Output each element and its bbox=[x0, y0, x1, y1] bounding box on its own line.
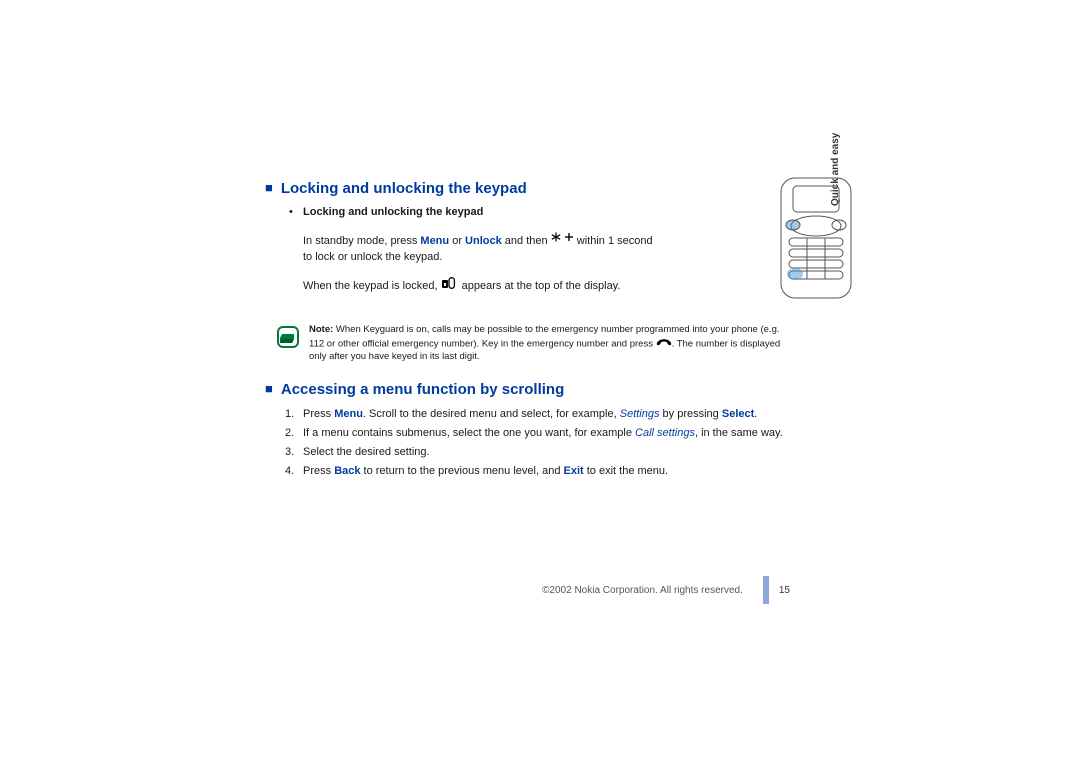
select-link: Select bbox=[722, 408, 754, 420]
settings-ref: Settings bbox=[620, 408, 660, 420]
note-label: Note: bbox=[309, 324, 333, 335]
copyright-text: ©2002 Nokia Corporation. All rights rese… bbox=[542, 585, 743, 596]
document-page: Quick and easy ■Locking and unlocking th… bbox=[0, 0, 1080, 763]
page-number: 15 bbox=[779, 585, 790, 596]
heading-accessing: ■ Accessing a menu function by scrolling bbox=[265, 381, 785, 398]
lock-icon bbox=[441, 276, 459, 292]
list-item: 2. If a menu contains submenus, select t… bbox=[285, 425, 785, 441]
asterisk-key-icon bbox=[551, 231, 561, 247]
list-item: 4. Press Back to return to the previous … bbox=[285, 463, 785, 479]
subheading-locking: Locking and unlocking the keypad bbox=[303, 205, 483, 220]
unlock-link: Unlock bbox=[465, 235, 502, 247]
page-content: ■ Locking and unlocking the keypad • Lock… bbox=[265, 180, 785, 482]
list-item: 3. Select the desired setting. bbox=[285, 444, 785, 460]
para-lock-instructions: In standby mode, press Menu or Unlock an… bbox=[303, 231, 655, 265]
heading-accessing-text: Accessing a menu function by scrolling bbox=[281, 381, 564, 398]
back-link: Back bbox=[334, 465, 360, 477]
heading-square-icon: ■ bbox=[265, 381, 273, 396]
call-key-icon bbox=[656, 337, 672, 350]
phone-illustration bbox=[777, 176, 855, 300]
menu-link: Menu bbox=[420, 235, 449, 247]
para-lock-icon-info: When the keypad is locked, appears at th… bbox=[303, 276, 655, 294]
heading-square-icon: ■ bbox=[265, 180, 273, 195]
menu-link: Menu bbox=[334, 408, 363, 420]
note-block: Note: When Keyguard is on, calls may be … bbox=[277, 324, 785, 363]
bullet-icon: • bbox=[289, 205, 303, 220]
accessing-steps-list: 1. Press Menu. Scroll to the desired men… bbox=[285, 406, 785, 479]
page-footer: ©2002 Nokia Corporation. All rights rese… bbox=[0, 576, 800, 604]
note-icon bbox=[277, 326, 299, 348]
note-text: Note: When Keyguard is on, calls may be … bbox=[309, 324, 785, 363]
plus-key-icon bbox=[564, 231, 574, 247]
list-item: 1. Press Menu. Scroll to the desired men… bbox=[285, 406, 785, 422]
section-locking: ■ Locking and unlocking the keypad • Lock… bbox=[265, 180, 785, 363]
subheading-row: • Locking and unlocking the keypad bbox=[289, 205, 785, 220]
section-accessing-menu: ■Accessing a menu function by scrolling … bbox=[265, 381, 785, 479]
call-settings-ref: Call settings bbox=[635, 427, 695, 439]
exit-link: Exit bbox=[564, 465, 584, 477]
footer-divider-bar bbox=[763, 576, 769, 604]
heading-locking: ■ Locking and unlocking the keypad bbox=[265, 180, 785, 197]
heading-locking-text: Locking and unlocking the keypad bbox=[281, 180, 527, 197]
